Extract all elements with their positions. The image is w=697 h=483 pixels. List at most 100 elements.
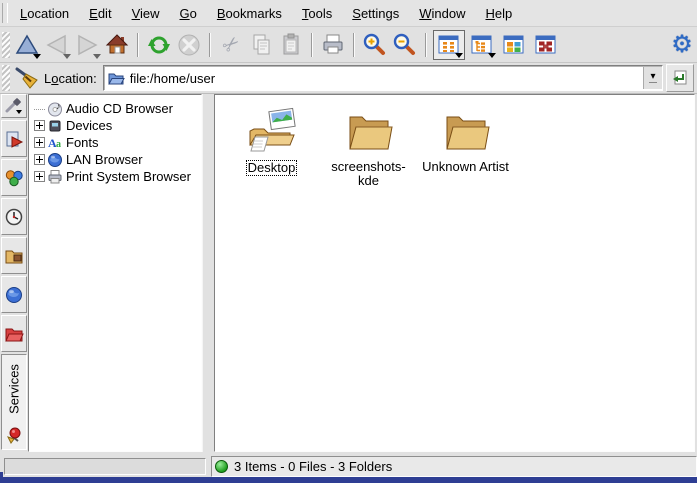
file-item-label: screenshots-kde: [323, 160, 415, 188]
menu-settings[interactable]: Settings: [342, 3, 409, 24]
location-input[interactable]: [128, 71, 643, 86]
clear-location-button[interactable]: [12, 64, 40, 92]
tree-item-label: Fonts: [66, 135, 99, 150]
sidebar-tab-home-folder[interactable]: [1, 237, 27, 274]
menu-help[interactable]: Help: [476, 3, 523, 24]
folder-icon: [440, 107, 492, 155]
tree-item-label: Devices: [66, 118, 112, 133]
copy-button[interactable]: [246, 30, 276, 60]
menu-go[interactable]: Go: [170, 3, 207, 24]
print-button[interactable]: [318, 30, 348, 60]
dropdown-underbar: [649, 82, 657, 83]
location-toolbar: Location: ▾: [0, 63, 697, 94]
sidebar-tab-bookmarks[interactable]: [1, 120, 27, 157]
sidebar-tab-services[interactable]: Services: [1, 354, 27, 450]
expander-plus-icon[interactable]: [34, 120, 45, 131]
home-icon: [104, 32, 130, 58]
broom-icon: [13, 65, 39, 91]
sidebar-tab-history[interactable]: [1, 198, 27, 235]
konqueror-logo-button[interactable]: ⚙: [667, 30, 697, 60]
file-item-label: Unknown Artist: [422, 160, 509, 174]
menu-window[interactable]: Window: [409, 3, 475, 24]
red-pushpin-icon: [4, 425, 24, 445]
location-combobox[interactable]: ▾: [103, 65, 663, 91]
status-led-icon: [215, 460, 228, 473]
up-button[interactable]: [12, 30, 42, 60]
enter-arrow-icon: [670, 68, 690, 88]
back-dropdown-arrow-icon: [63, 54, 71, 59]
folder-icon: [343, 107, 395, 155]
file-item-desktop[interactable]: Desktop: [223, 107, 320, 176]
file-item-unknown-artist[interactable]: Unknown Artist: [417, 107, 514, 174]
detailed-list-view-button[interactable]: [531, 31, 561, 59]
toolbar-separator: [425, 33, 427, 57]
red-folder-icon: [4, 324, 24, 344]
copy-icon: [248, 32, 274, 58]
file-item-label: Desktop: [246, 160, 298, 176]
back-button[interactable]: [42, 30, 72, 60]
toolbar-separator: [353, 33, 355, 57]
tree-item-label: Print System Browser: [66, 169, 191, 184]
icon-view-button[interactable]: [433, 30, 465, 60]
sidebar-configure-button[interactable]: [1, 94, 27, 118]
tree-view-button[interactable]: [467, 31, 497, 59]
paste-button[interactable]: [276, 30, 306, 60]
home-button[interactable]: [102, 30, 132, 60]
forward-button[interactable]: [72, 30, 102, 60]
reload-icon: [146, 32, 172, 58]
folder-home-icon: [4, 246, 24, 266]
open-folder-icon: [107, 70, 125, 86]
clipboard-icon: [278, 32, 304, 58]
audio-cd-icon: ♪: [47, 101, 63, 117]
stop-button[interactable]: [174, 30, 204, 60]
file-item-screenshots-kde[interactable]: screenshots-kde: [320, 107, 417, 188]
go-button[interactable]: [666, 64, 694, 92]
menubar-drag-handle[interactable]: [2, 3, 8, 23]
toolbar-drag-handle[interactable]: [2, 32, 10, 58]
tree-item-devices[interactable]: Devices: [29, 117, 201, 134]
main-status-bar: 3 Items - 0 Files - 3 Folders: [211, 456, 697, 477]
zoom-in-button[interactable]: [360, 30, 390, 60]
sidebar-tab-root-folder[interactable]: [1, 315, 27, 352]
location-dropdown-button[interactable]: ▾: [643, 67, 662, 89]
peripheral-icon: [47, 118, 63, 134]
menu-view[interactable]: View: [122, 3, 170, 24]
toolbar-separator: [311, 33, 313, 57]
globe-icon: [4, 285, 24, 305]
tree-item-audio-cd-browser[interactable]: ♪ Audio CD Browser: [29, 100, 201, 117]
sidebar-tab-network[interactable]: [1, 276, 27, 313]
toolbar-separator: [209, 33, 211, 57]
cut-button[interactable]: ✂: [216, 30, 246, 60]
expander-plus-icon[interactable]: [34, 137, 45, 148]
chevron-down-icon: ▾: [650, 73, 655, 81]
tree-line: [34, 108, 45, 110]
reload-button[interactable]: [144, 30, 174, 60]
status-row: 3 Items - 0 Files - 3 Folders: [0, 455, 697, 477]
file-icon-view[interactable]: Desktop screenshots-kde Unknown Artist: [214, 94, 695, 452]
tree-item-label: LAN Browser: [66, 152, 143, 167]
services-tab-label: Services: [7, 364, 22, 414]
menu-tools[interactable]: Tools: [292, 3, 342, 24]
window-bottom-edge: [0, 477, 697, 483]
expander-plus-icon[interactable]: [34, 171, 45, 182]
gear-icon: ⚙: [671, 33, 693, 57]
printer-icon: [320, 32, 346, 58]
menu-location[interactable]: Location: [10, 3, 79, 24]
clock-icon: [4, 207, 24, 227]
stop-icon: [176, 32, 202, 58]
forward-dropdown-arrow-icon: [93, 54, 101, 59]
locbar-drag-handle[interactable]: [2, 65, 10, 91]
tree-item-lan-browser[interactable]: LAN Browser: [29, 151, 201, 168]
zoom-out-button[interactable]: [390, 30, 420, 60]
tree-item-fonts[interactable]: A a Fonts: [29, 134, 201, 151]
toolbar-separator: [137, 33, 139, 57]
menu-edit[interactable]: Edit: [79, 3, 121, 24]
multicolumn-view-button[interactable]: [499, 31, 529, 59]
printer-icon: [47, 169, 63, 185]
menu-bookmarks[interactable]: Bookmarks: [207, 3, 292, 24]
tree-item-print-system-browser[interactable]: Print System Browser: [29, 168, 201, 185]
three-balls-icon: [4, 168, 24, 188]
expander-plus-icon[interactable]: [34, 154, 45, 165]
sidebar-tab-devices[interactable]: [1, 159, 27, 196]
globe-icon: [47, 152, 63, 168]
